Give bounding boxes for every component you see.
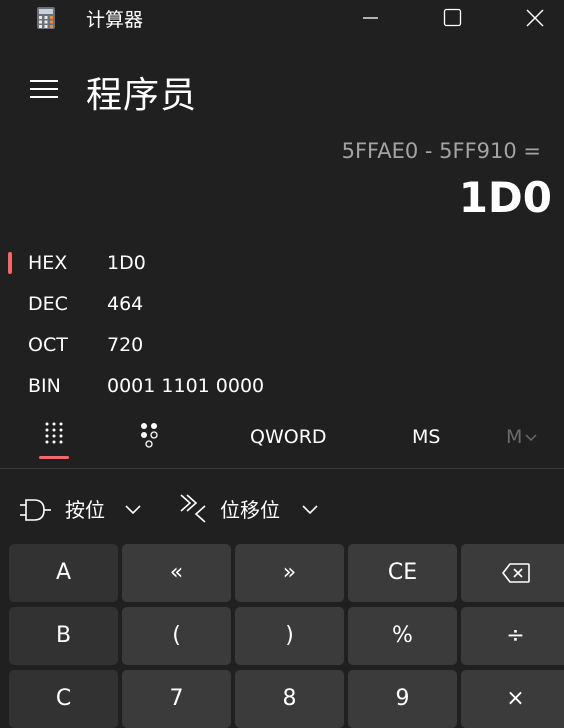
- key-a[interactable]: A: [9, 544, 118, 602]
- key-9[interactable]: 9: [348, 670, 457, 728]
- key-c[interactable]: C: [9, 670, 118, 728]
- key-divide[interactable]: ÷: [461, 607, 564, 665]
- key-8[interactable]: 8: [235, 670, 344, 728]
- key-b[interactable]: B: [9, 607, 118, 665]
- key-backspace[interactable]: [461, 544, 564, 602]
- key-open-paren[interactable]: (: [122, 607, 231, 665]
- key-multiply[interactable]: ×: [461, 670, 564, 728]
- key-clear-entry[interactable]: CE: [348, 544, 457, 602]
- key-7[interactable]: 7: [122, 670, 231, 728]
- key-left-shift[interactable]: «: [122, 544, 231, 602]
- keypad: A « » CE B ( ) % ÷ C 7 8 9 ×: [0, 0, 564, 728]
- key-right-shift[interactable]: »: [235, 544, 344, 602]
- key-modulo[interactable]: %: [348, 607, 457, 665]
- key-close-paren[interactable]: ): [235, 607, 344, 665]
- backspace-icon: [501, 563, 530, 583]
